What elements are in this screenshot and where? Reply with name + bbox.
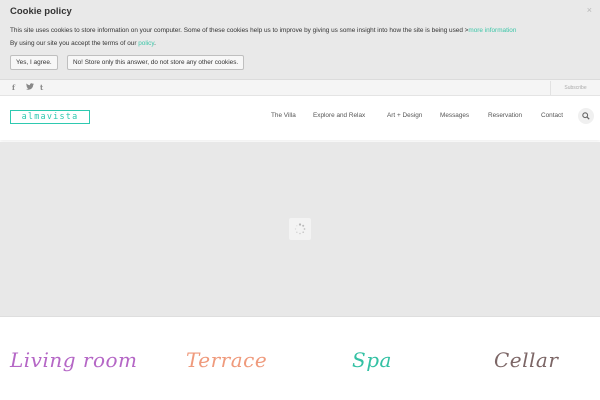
facebook-icon[interactable]: f (12, 83, 15, 92)
twitter-bird-shape (26, 83, 34, 90)
site-header: almavista The Villa Explore and Relax Ar… (0, 96, 600, 140)
cookie-terms-text: By using our site you accept the terms o… (10, 40, 139, 47)
agree-button[interactable]: Yes, I agree. (10, 55, 58, 70)
feature-terrace[interactable]: Terrace (186, 348, 267, 372)
nav-item-messages[interactable]: Messages (440, 112, 469, 119)
feature-living-room[interactable]: Living room (10, 348, 138, 372)
top-bar: f t Subscribe (0, 80, 600, 96)
decline-button[interactable]: No! Store only this answer, do not store… (67, 55, 245, 70)
search-button[interactable] (578, 108, 594, 124)
cookie-banner: Cookie policy × This site uses cookies t… (0, 0, 600, 80)
close-icon[interactable]: × (587, 5, 592, 15)
search-icon (582, 112, 590, 120)
cookie-terms-end: . (154, 40, 156, 47)
nav-item-explore-and-relax[interactable]: Explore and Relax (313, 112, 365, 119)
nav-item-art-design[interactable]: Art + Design (387, 112, 422, 119)
cookie-terms: By using our site you accept the terms o… (10, 40, 156, 47)
twitter-icon[interactable] (26, 83, 34, 92)
feature-cellar[interactable]: Cellar (494, 348, 558, 372)
nav-item-the-villa[interactable]: The Villa (271, 112, 296, 119)
nav-item-reservation[interactable]: Reservation (488, 112, 522, 119)
loading-spinner (289, 218, 311, 240)
tumblr-icon[interactable]: t (40, 83, 43, 92)
site-logo[interactable]: almavista (10, 110, 90, 124)
nav-item-contact[interactable]: Contact (541, 112, 563, 119)
subscribe-button[interactable]: Subscribe (550, 81, 600, 95)
feature-spa[interactable]: Spa (352, 348, 392, 372)
policy-link[interactable]: policy (138, 40, 154, 47)
spinner-icon (294, 223, 306, 235)
cookie-description: This site uses cookies to store informat… (10, 27, 469, 34)
cookie-title: Cookie policy (10, 6, 72, 17)
hero-slider (0, 142, 600, 317)
more-information-link[interactable]: more information (468, 27, 516, 34)
cookie-text: This site uses cookies to store informat… (10, 27, 516, 34)
